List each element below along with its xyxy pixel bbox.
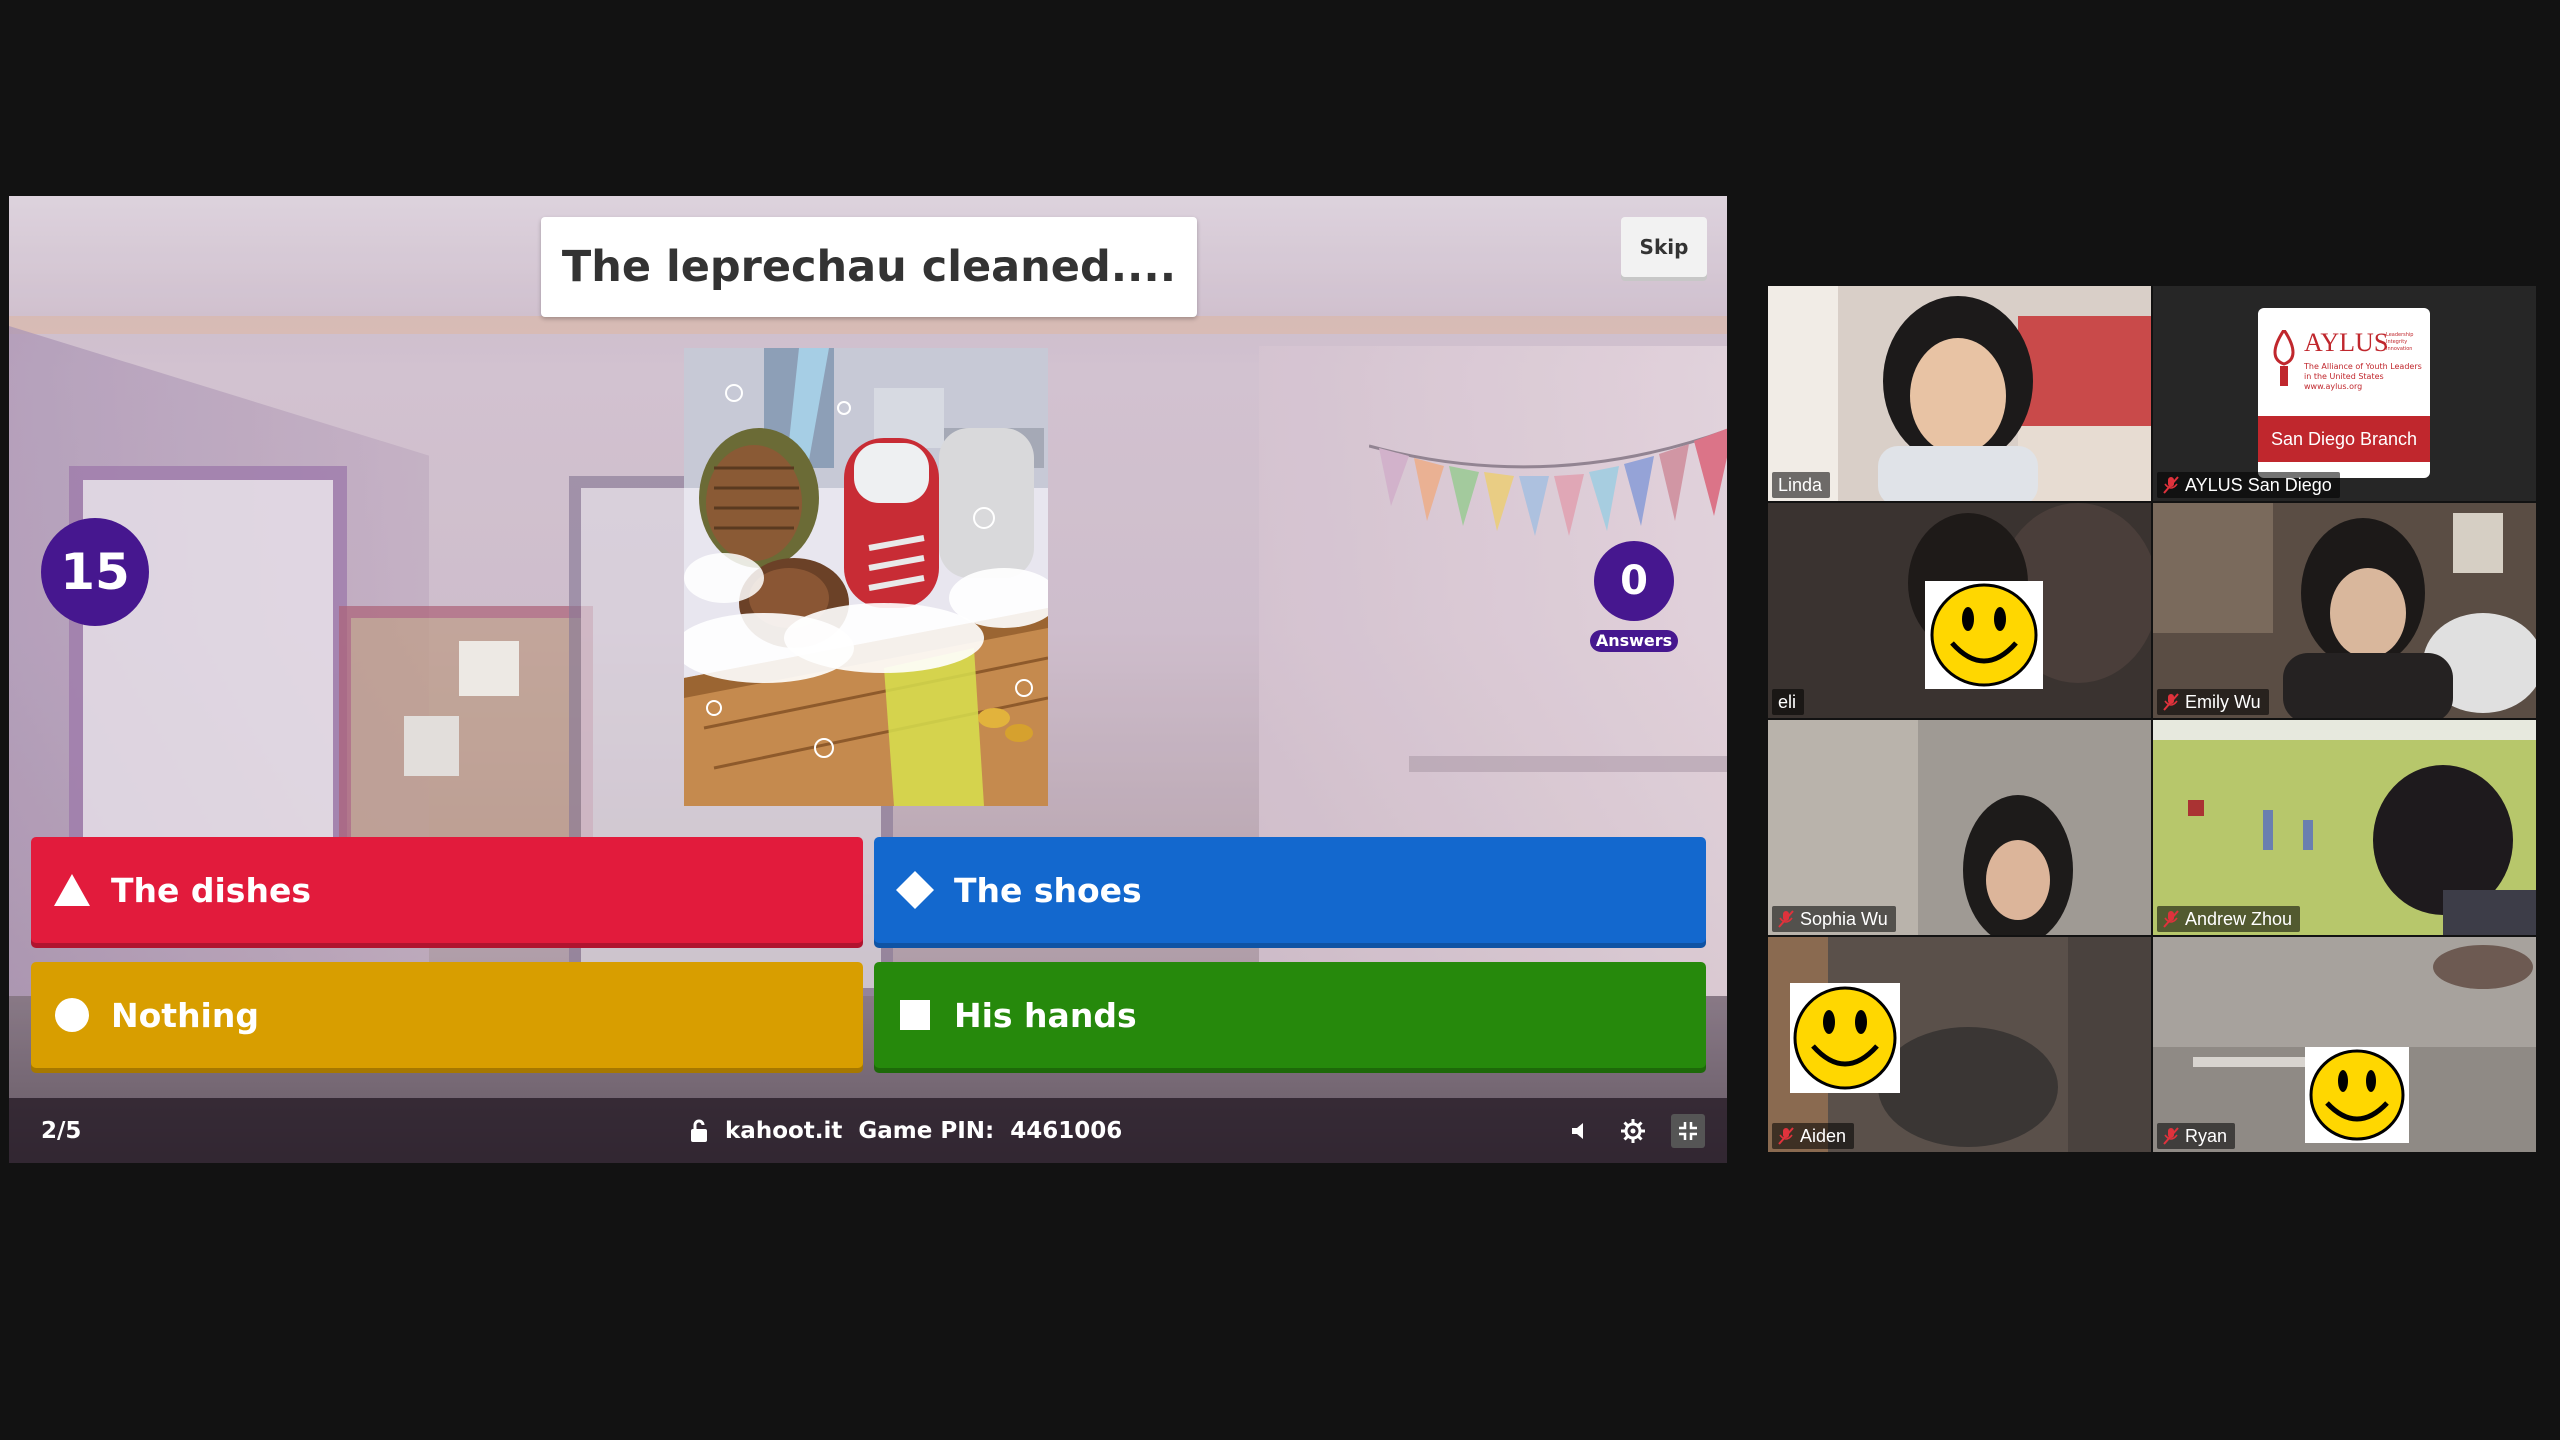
participant-gallery: Linda AYLUS Leadership Integrity Innovat… [1768, 286, 2536, 1152]
answer-option-1[interactable]: The dishes [31, 837, 863, 943]
participant-name: Andrew Zhou [2185, 909, 2293, 929]
shoes-washing-illustration [684, 348, 1048, 806]
smiley-face-icon [1790, 983, 1900, 1093]
square-icon [896, 996, 934, 1034]
torch-icon [2273, 330, 2295, 386]
countdown-timer: 15 [41, 518, 149, 626]
mic-muted-icon [2163, 1127, 2179, 1145]
aylus-logo: AYLUS Leadership Integrity Innovation Th… [2258, 308, 2430, 478]
participant-name-tag: Aiden [1772, 1123, 1855, 1149]
game-controls [1567, 1113, 1705, 1148]
participant-name: Sophia Wu [1800, 909, 1888, 929]
speaker-icon[interactable] [1567, 1117, 1595, 1145]
participant-name: eli [1778, 692, 1797, 712]
participant-name: AYLUS San Diego [2185, 475, 2332, 495]
participant-name-tag: Ryan [2157, 1123, 2236, 1149]
answer-label: His hands [954, 995, 1137, 1035]
participant-name-tag: eli [1772, 689, 1805, 715]
smiley-face-icon [1925, 581, 2043, 689]
video-feed [1768, 720, 2151, 935]
answer-label: The dishes [111, 870, 311, 910]
participant-tile-emily-wu[interactable]: Emily Wu [2153, 503, 2536, 718]
lock-icon[interactable] [689, 1119, 709, 1143]
answer-option-2[interactable]: The shoes [874, 837, 1706, 943]
triangle-icon [53, 871, 91, 909]
aylus-taglines: Leadership Integrity Innovation [2386, 332, 2414, 352]
answer-label: Nothing [111, 995, 259, 1035]
diamond-icon [896, 871, 934, 909]
aylus-subtitle: The Alliance of Youth Leaders in the Uni… [2304, 362, 2422, 391]
participant-tile-andrew-zhou[interactable]: Andrew Zhou [2153, 720, 2536, 935]
game-pin-value: 4461006 [1010, 1117, 1123, 1144]
answer-option-3[interactable]: Nothing [31, 962, 863, 1068]
participant-tile-ryan[interactable]: Ryan [2153, 937, 2536, 1152]
question-image [684, 348, 1048, 806]
question-card: The leprechau cleaned.... [541, 217, 1197, 317]
question-progress: 2/5 [41, 1117, 82, 1144]
participant-name: Linda [1778, 475, 1823, 495]
question-text: The leprechau cleaned.... [561, 242, 1177, 292]
aylus-branch: San Diego Branch [2258, 416, 2430, 462]
participant-tile-eli[interactable]: eli [1768, 503, 2151, 718]
participant-name: Ryan [2185, 1126, 2228, 1146]
answers-label: Answers [1590, 630, 1678, 652]
participant-name-tag: Andrew Zhou [2157, 906, 2301, 932]
mic-muted-icon [2163, 910, 2179, 928]
video-feed [2153, 503, 2536, 718]
game-pin-label: Game PIN: [858, 1117, 995, 1144]
participant-name-tag: AYLUS San Diego [2157, 472, 2340, 498]
mic-muted-icon [2163, 693, 2179, 711]
mic-muted-icon [2163, 476, 2179, 494]
participant-name-tag: Linda [1772, 472, 1831, 498]
answer-option-4[interactable]: His hands [874, 962, 1706, 1068]
video-feed [1768, 286, 2151, 501]
aylus-title: AYLUS [2304, 328, 2389, 357]
participant-name: Emily Wu [2185, 692, 2261, 712]
mic-muted-icon [1778, 910, 1794, 928]
answers-counter: 0 [1594, 541, 1674, 621]
gear-icon[interactable] [1619, 1117, 1647, 1145]
answers-count-value: 0 [1620, 558, 1648, 604]
participant-tile-aylus[interactable]: AYLUS Leadership Integrity Innovation Th… [2153, 286, 2536, 501]
participant-name-tag: Emily Wu [2157, 689, 2269, 715]
game-pin-area: kahoot.it Game PIN: 4461006 [689, 1118, 1122, 1144]
kahoot-shared-screen: The leprechau cleaned.... Skip 15 0 Answ… [9, 196, 1727, 1163]
smiley-face-icon [2305, 1047, 2409, 1143]
site-name: kahoot.it [725, 1117, 843, 1144]
participant-tile-linda[interactable]: Linda [1768, 286, 2151, 501]
video-feed [2153, 720, 2536, 935]
participant-name: Aiden [1800, 1126, 1847, 1146]
answer-label: The shoes [954, 870, 1142, 910]
mic-muted-icon [1778, 1127, 1794, 1145]
participant-name-tag: Sophia Wu [1772, 906, 1896, 932]
timer-value: 15 [60, 543, 130, 601]
participant-tile-sophia-wu[interactable]: Sophia Wu [1768, 720, 2151, 935]
game-info-bar: 2/5 kahoot.it Game PIN: 4461006 [9, 1098, 1727, 1163]
exit-fullscreen-icon[interactable] [1671, 1113, 1705, 1148]
skip-button[interactable]: Skip [1621, 217, 1707, 277]
circle-icon [53, 996, 91, 1034]
participant-tile-aiden[interactable]: Aiden [1768, 937, 2151, 1152]
